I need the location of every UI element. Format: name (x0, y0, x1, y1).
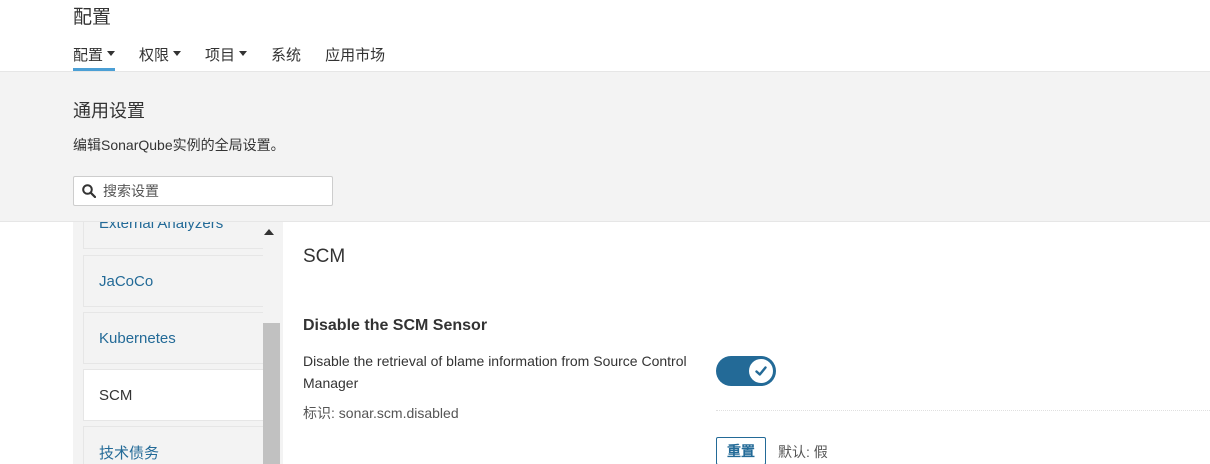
search-box (73, 176, 333, 206)
category-title: SCM (303, 246, 346, 267)
scroll-up-arrow-icon[interactable] (264, 229, 274, 235)
sidebar-item-kubernetes[interactable]: Kubernetes (83, 312, 263, 364)
search-icon (82, 184, 96, 198)
divider (716, 410, 1210, 411)
nav-projects-label: 项目 (205, 47, 236, 64)
sidebar-item-label: SCM (99, 386, 133, 404)
category-sidebar: External Analyzers JaCoCo Kubernetes SCM… (73, 222, 283, 464)
sidebar-item-label: JaCoCo (99, 272, 154, 290)
nav-marketplace-label: 应用市场 (325, 47, 386, 64)
settings-main: SCM Disable the SCM Sensor Disable the r… (283, 222, 1210, 464)
setting-name: Disable the SCM Sensor (303, 317, 488, 334)
page-title: 配置 (73, 7, 112, 28)
section-title: 通用设置 (73, 101, 145, 121)
general-settings-header: 通用设置 编辑SonarQube实例的全局设置。 (0, 72, 1210, 222)
reset-button[interactable]: 重置 (716, 437, 766, 464)
sidebar-item-label: External Analyzers (99, 222, 224, 232)
nav-permissions[interactable]: 权限 (139, 44, 182, 71)
nav-marketplace[interactable]: 应用市场 (325, 44, 385, 71)
default-value: 默认: 假 (778, 444, 828, 460)
sidebar-item-label: 技术债务 (99, 444, 160, 462)
setting-description: Disable the retrieval of blame informati… (303, 353, 687, 391)
section-description: 编辑SonarQube实例的全局设置。 (73, 137, 285, 153)
nav-projects[interactable]: 项目 (205, 44, 248, 71)
check-icon (755, 366, 767, 376)
sidebar-item-scm[interactable]: SCM (83, 369, 263, 421)
caret-down-icon (173, 51, 182, 56)
sidebar-item-external-analyzers[interactable]: External Analyzers (83, 222, 263, 249)
sidebar-item-technical-debt[interactable]: 技术债务 (83, 426, 263, 464)
scrollbar-thumb[interactable] (263, 323, 280, 464)
nav-system[interactable]: 系统 (271, 44, 301, 71)
caret-down-icon (239, 51, 248, 56)
search-input[interactable] (103, 183, 323, 199)
nav-config[interactable]: 配置 (73, 44, 116, 71)
caret-down-icon (107, 51, 116, 56)
nav-config-label: 配置 (73, 47, 104, 64)
sidebar-item-label: Kubernetes (99, 329, 176, 347)
disable-scm-toggle[interactable] (716, 356, 776, 386)
nav-permissions-label: 权限 (139, 47, 170, 64)
sidebar-item-jacoco[interactable]: JaCoCo (83, 255, 263, 307)
nav-system-label: 系统 (271, 47, 302, 64)
top-header: 配置 配置 权限 项目 系统 应用市场 (0, 0, 1210, 72)
setting-key: 标识: sonar.scm.disabled (303, 405, 459, 421)
toggle-knob (749, 359, 773, 383)
main-nav: 配置 权限 项目 系统 应用市场 (73, 44, 409, 71)
